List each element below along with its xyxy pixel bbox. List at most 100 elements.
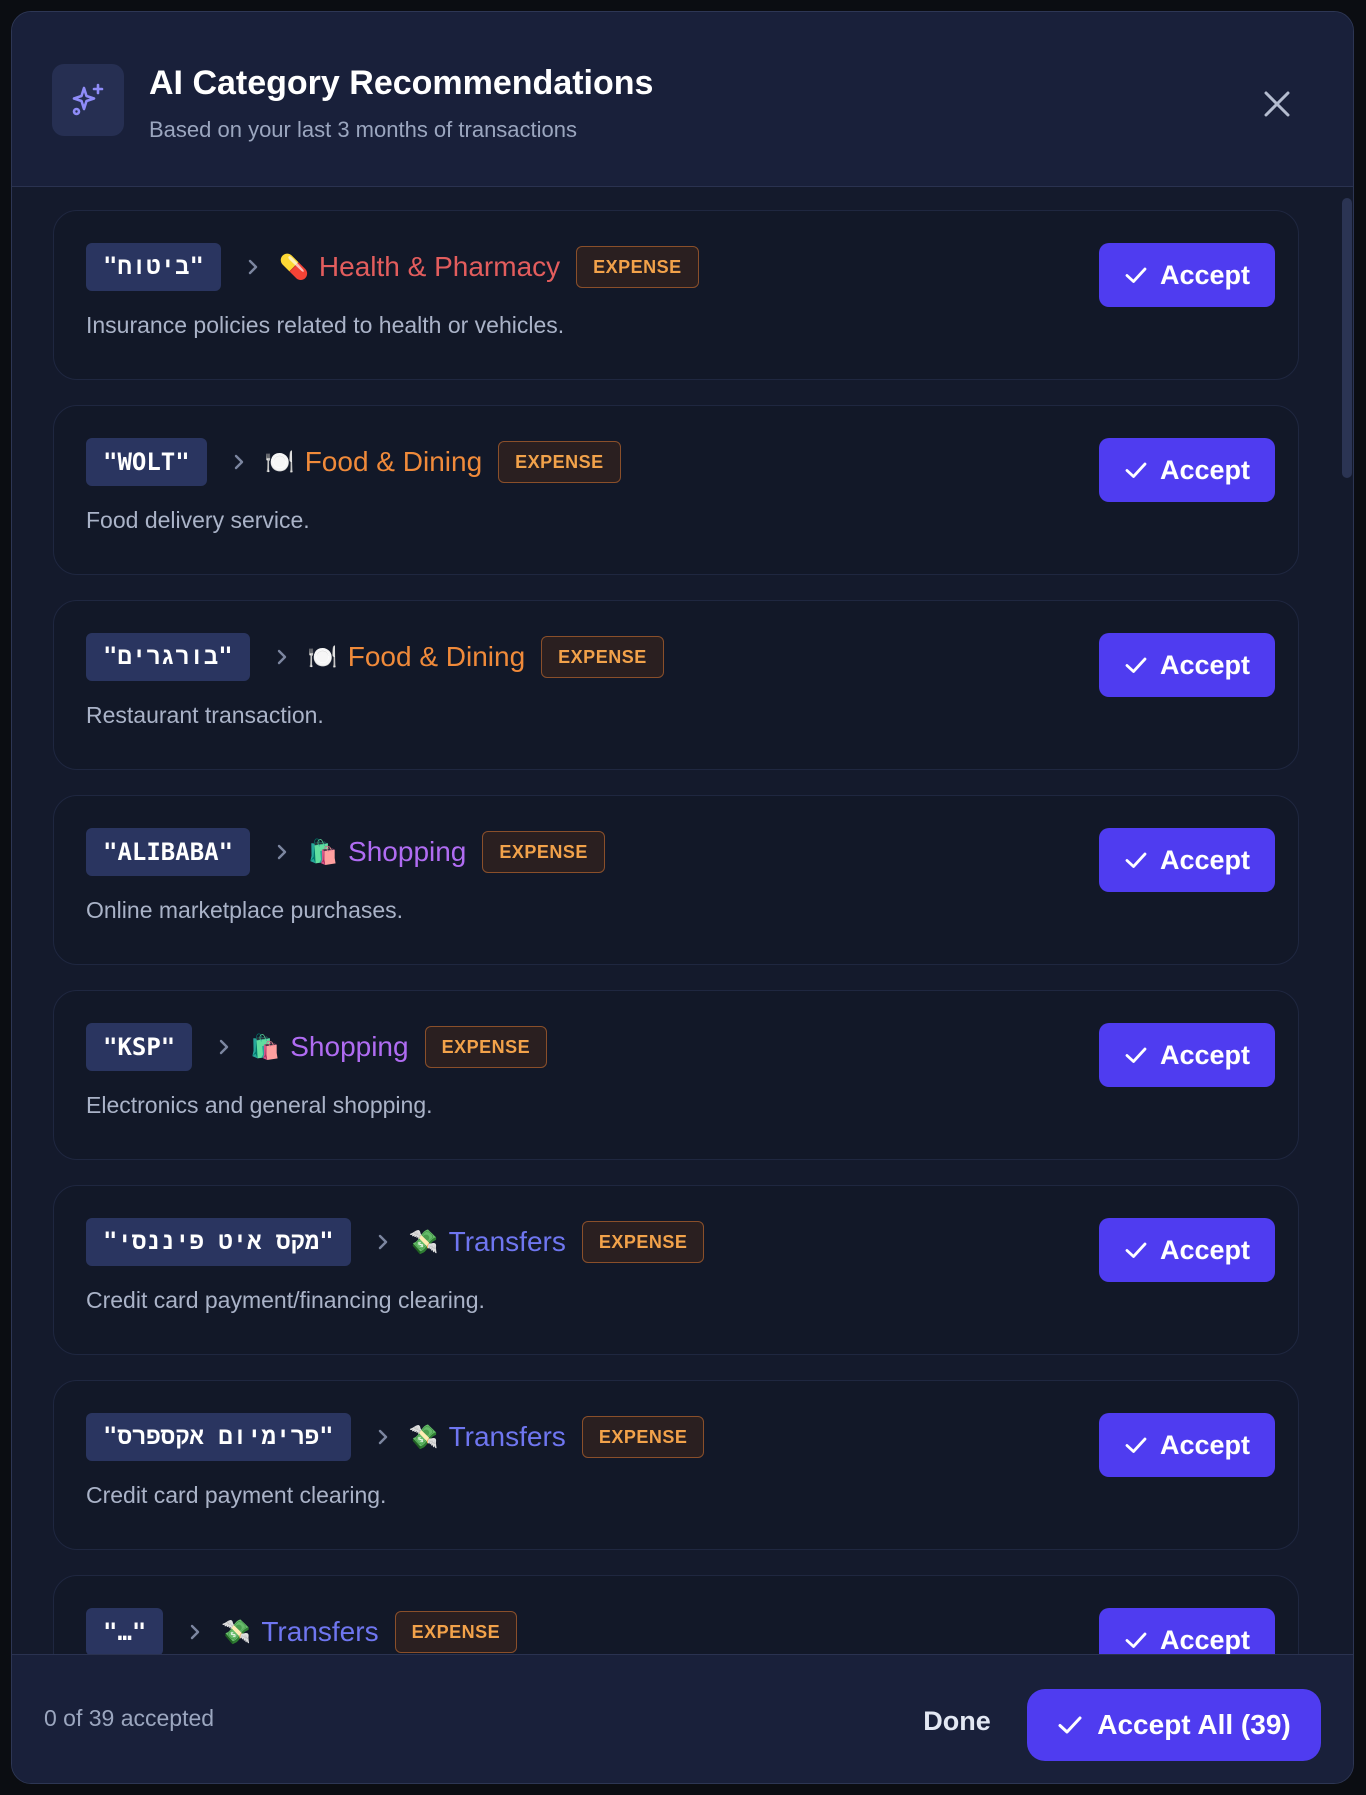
recommendation-description: Insurance policies related to health or … xyxy=(86,312,565,338)
modal-subtitle: Based on your last 3 months of transacti… xyxy=(149,117,578,142)
type-badge: EXPENSE xyxy=(394,1611,518,1653)
category-icon: 💸 xyxy=(221,1618,252,1646)
accept-label: Accept xyxy=(1159,1234,1251,1265)
merchant-keyword: "KSP" xyxy=(86,1023,193,1071)
check-icon xyxy=(1125,1047,1147,1063)
category-icon: 🍽️ xyxy=(264,448,295,476)
accept-button[interactable]: Accept xyxy=(1099,1413,1275,1477)
accepted-count: 0 of 39 accepted xyxy=(44,1705,215,1731)
category-name: Food & Dining xyxy=(304,446,483,477)
recommendation-mapping: "פרימיום אקספרס" 💸 Transfers EXPENSE xyxy=(86,1413,705,1461)
done-button[interactable]: Done xyxy=(892,1689,1022,1753)
chevron-right-icon xyxy=(276,648,288,666)
merchant-keyword: "מקס איט פיננסי" xyxy=(86,1218,351,1266)
category-icon: 🛍️ xyxy=(250,1033,281,1061)
accept-button[interactable]: Accept xyxy=(1099,1218,1275,1282)
category-name: Transfers xyxy=(448,1421,566,1452)
recommendation-mapping: "KSP" 🛍️ Shopping EXPENSE xyxy=(86,1023,548,1071)
accept-label: Accept xyxy=(1159,1429,1251,1460)
type-badge: EXPENSE xyxy=(581,1416,705,1458)
merchant-keyword: "ביטוח" xyxy=(86,243,221,291)
category-name: Transfers xyxy=(261,1616,379,1647)
accept-label: Accept xyxy=(1159,454,1251,485)
category-name: Transfers xyxy=(448,1226,566,1257)
recommendation-description: Restaurant transaction. xyxy=(86,702,324,728)
scrollbar-thumb[interactable] xyxy=(1342,198,1352,478)
accept-button[interactable]: Accept xyxy=(1099,828,1275,892)
modal-header: AI Category Recommendations Based on you… xyxy=(12,12,1353,187)
recommendation-mapping: "בורגרים" 🍽️ Food & Dining EXPENSE xyxy=(86,633,664,681)
accept-label: Accept xyxy=(1159,1624,1251,1655)
category-icon: 🍽️ xyxy=(307,643,338,671)
accept-button[interactable]: Accept xyxy=(1099,1608,1275,1654)
ai-recommendations-modal: AI Category Recommendations Based on you… xyxy=(11,11,1354,1784)
accept-label: Accept xyxy=(1159,649,1251,680)
recommendation-card: "KSP" 🛍️ Shopping EXPENSE Electronics an… xyxy=(53,990,1299,1160)
check-icon xyxy=(1125,852,1147,868)
recommendation-card: "בורגרים" 🍽️ Food & Dining EXPENSE Resta… xyxy=(53,600,1299,770)
accept-label: Accept xyxy=(1159,844,1251,875)
recommendation-mapping: "ביטוח" 💊 Health & Pharmacy EXPENSE xyxy=(86,243,699,291)
accept-button[interactable]: Accept xyxy=(1099,633,1275,697)
check-icon xyxy=(1125,657,1147,673)
modal-footer: 0 of 39 accepted Done Accept All (39) xyxy=(12,1654,1353,1783)
recommendation-mapping: "…" 💸 Transfers EXPENSE xyxy=(86,1608,518,1654)
recommendation-card: "WOLT" 🍽️ Food & Dining EXPENSE Food del… xyxy=(53,405,1299,575)
recommendation-description: Electronics and general shopping. xyxy=(86,1092,433,1118)
recommendation-description: Food delivery service. xyxy=(86,507,310,533)
chevron-right-icon xyxy=(247,258,259,276)
type-badge: EXPENSE xyxy=(541,636,664,678)
accept-all-label: Accept All (39) xyxy=(1097,1709,1291,1740)
merchant-keyword: "פרימיום אקספרס" xyxy=(86,1413,351,1461)
category-icon: 💸 xyxy=(408,1228,439,1256)
chevron-right-icon xyxy=(189,1623,201,1641)
recommendation-card: "ALIBABA" 🛍️ Shopping EXPENSE Online mar… xyxy=(53,795,1299,965)
recommendation-card: "פרימיום אקספרס" 💸 Transfers EXPENSE Cre… xyxy=(53,1380,1299,1550)
accept-button[interactable]: Accept xyxy=(1099,243,1275,307)
recommendation-description: Online marketplace purchases. xyxy=(86,897,404,923)
recommendation-card: "…" 💸 Transfers EXPENSE Accept xyxy=(53,1575,1299,1654)
accept-button[interactable]: Accept xyxy=(1099,1023,1275,1087)
category-name: Food & Dining xyxy=(347,641,526,672)
recommendation-mapping: "WOLT" 🍽️ Food & Dining EXPENSE xyxy=(86,438,621,486)
type-badge: EXPENSE xyxy=(482,831,605,873)
check-icon xyxy=(1058,1716,1082,1734)
chevron-right-icon xyxy=(218,1038,230,1056)
merchant-keyword: "בורגרים" xyxy=(86,633,250,681)
category-name: Shopping xyxy=(290,1031,409,1062)
merchant-keyword: "…" xyxy=(86,1608,164,1654)
category-icon: 🛍️ xyxy=(308,838,338,866)
sparkles-icon xyxy=(52,64,124,136)
check-icon xyxy=(1125,1437,1147,1453)
chevron-right-icon xyxy=(377,1233,389,1251)
modal-title: AI Category Recommendations xyxy=(149,64,654,102)
accept-label: Accept xyxy=(1159,1039,1251,1070)
check-icon xyxy=(1125,462,1147,478)
recommendation-mapping: "מקס איט פיננסי" 💸 Transfers EXPENSE xyxy=(86,1218,705,1266)
type-badge: EXPENSE xyxy=(576,246,699,288)
category-icon: 💊 xyxy=(278,253,309,281)
category-name: Health & Pharmacy xyxy=(318,251,561,282)
merchant-keyword: "WOLT" xyxy=(86,438,207,486)
check-icon xyxy=(1125,1632,1147,1648)
merchant-keyword: "ALIBABA" xyxy=(86,828,251,876)
category-icon: 💸 xyxy=(408,1423,439,1451)
chevron-right-icon xyxy=(276,843,288,861)
accept-label: Accept xyxy=(1159,259,1251,290)
type-badge: EXPENSE xyxy=(424,1026,548,1068)
accept-button[interactable]: Accept xyxy=(1099,438,1275,502)
close-icon[interactable] xyxy=(1257,84,1297,124)
recommendation-card: "מקס איט פיננסי" 💸 Transfers EXPENSE Cre… xyxy=(53,1185,1299,1355)
category-name: Shopping xyxy=(348,836,467,867)
accept-all-button[interactable]: Accept All (39) xyxy=(1027,1689,1321,1761)
type-badge: EXPENSE xyxy=(581,1221,705,1263)
recommendations-list[interactable]: "ביטוח" 💊 Health & Pharmacy EXPENSE Insu… xyxy=(12,188,1353,1654)
recommendation-mapping: "ALIBABA" 🛍️ Shopping EXPENSE xyxy=(86,828,605,876)
check-icon xyxy=(1125,1242,1147,1258)
type-badge: EXPENSE xyxy=(498,441,621,483)
recommendation-description: Credit card payment/financing clearing. xyxy=(86,1287,485,1313)
recommendation-description: Credit card payment clearing. xyxy=(86,1482,387,1508)
recommendation-card: "ביטוח" 💊 Health & Pharmacy EXPENSE Insu… xyxy=(53,210,1299,380)
chevron-right-icon xyxy=(377,1428,389,1446)
check-icon xyxy=(1125,267,1147,283)
